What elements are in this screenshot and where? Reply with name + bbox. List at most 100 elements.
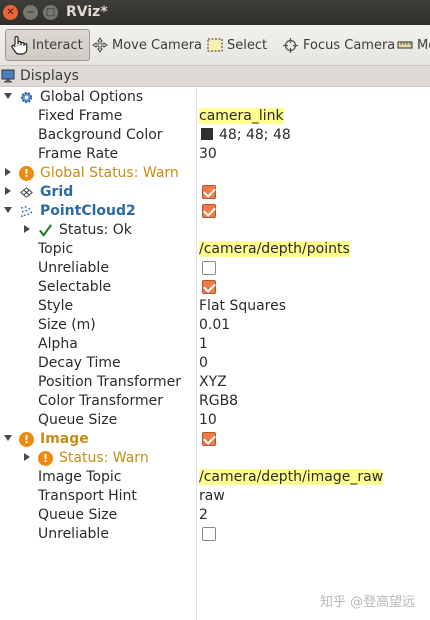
checkmark-icon bbox=[39, 224, 52, 237]
queue-size-value[interactable]: 10 bbox=[199, 412, 217, 428]
image-enabled-checkbox[interactable] bbox=[202, 432, 216, 446]
pointcloud2-enabled-checkbox[interactable] bbox=[202, 204, 216, 218]
focus-camera-tool-button[interactable]: Focus Camera bbox=[282, 29, 395, 61]
expand-arrow-icon[interactable] bbox=[5, 168, 11, 176]
background-color-label: Background Color bbox=[38, 127, 163, 143]
point-cloud-icon bbox=[20, 205, 33, 218]
interact-tool-button[interactable]: Interact bbox=[5, 29, 90, 61]
grid-enabled-checkbox[interactable] bbox=[202, 185, 216, 199]
selectable-row[interactable]: Selectable bbox=[0, 278, 430, 297]
displays-panel-title: Displays bbox=[20, 68, 79, 84]
position-transformer-row[interactable]: Position Transformer XYZ bbox=[0, 373, 430, 392]
global-status-label: Global Status: Warn bbox=[40, 165, 179, 181]
image-unreliable-label: Unreliable bbox=[38, 526, 109, 542]
color-transformer-value[interactable]: RGB8 bbox=[199, 393, 238, 409]
displays-tree: Global Options Fixed Frame camera_link B… bbox=[0, 87, 430, 620]
image-topic-row[interactable]: Image Topic /camera/depth/image_raw bbox=[0, 468, 430, 487]
toolbar: Interact Move Camera Select Focus Camera… bbox=[0, 25, 430, 66]
pointcloud-status-row[interactable]: Status: Ok bbox=[0, 221, 430, 240]
expand-arrow-icon[interactable] bbox=[4, 93, 12, 99]
pointcloud-status-label: Status: Ok bbox=[59, 222, 132, 238]
warning-icon: ! bbox=[19, 166, 34, 181]
move-camera-label: Move Camera bbox=[112, 37, 203, 53]
fixed-frame-value[interactable]: camera_link bbox=[199, 108, 284, 124]
watermark: 知乎 @登高望远 bbox=[320, 595, 416, 610]
crosshair-icon bbox=[283, 37, 298, 53]
decay-time-label: Decay Time bbox=[38, 355, 121, 371]
unreliable-checkbox[interactable] bbox=[202, 261, 216, 275]
size-label: Size (m) bbox=[38, 317, 96, 333]
image-topic-value[interactable]: /camera/depth/image_raw bbox=[199, 469, 384, 485]
image-status-row[interactable]: ! Status: Warn bbox=[0, 449, 430, 468]
pointcloud2-row[interactable]: PointCloud2 bbox=[0, 202, 430, 221]
color-transformer-row[interactable]: Color Transformer RGB8 bbox=[0, 392, 430, 411]
queue-size-row[interactable]: Queue Size 10 bbox=[0, 411, 430, 430]
expand-arrow-icon[interactable] bbox=[4, 207, 12, 213]
minimize-window-button[interactable]: − bbox=[23, 5, 38, 20]
image-queue-size-label: Queue Size bbox=[38, 507, 118, 523]
displays-panel-header: Displays bbox=[0, 66, 430, 87]
topic-row[interactable]: Topic /camera/depth/points bbox=[0, 240, 430, 259]
expand-arrow-icon[interactable] bbox=[24, 225, 30, 233]
style-value[interactable]: Flat Squares bbox=[199, 298, 286, 314]
measure-tool-button[interactable]: Me bbox=[397, 29, 430, 61]
select-box-icon bbox=[207, 38, 223, 52]
image-row[interactable]: ! Image bbox=[0, 430, 430, 449]
transport-hint-row[interactable]: Transport Hint raw bbox=[0, 487, 430, 506]
style-label: Style bbox=[38, 298, 74, 314]
select-tool-button[interactable]: Select bbox=[207, 29, 267, 61]
expand-arrow-icon[interactable] bbox=[24, 453, 30, 461]
background-color-value-wrap[interactable]: 48; 48; 48 bbox=[201, 127, 291, 143]
minimize-icon: − bbox=[26, 6, 35, 18]
grid-label: Grid bbox=[40, 184, 74, 200]
global-options-label: Global Options bbox=[40, 89, 144, 105]
unreliable-label: Unreliable bbox=[38, 260, 109, 276]
grid-icon bbox=[20, 187, 33, 198]
position-transformer-value[interactable]: XYZ bbox=[199, 374, 227, 390]
image-label: Image bbox=[40, 431, 89, 447]
close-window-button[interactable]: ✕ bbox=[3, 5, 18, 20]
frame-rate-label: Frame Rate bbox=[38, 146, 119, 162]
expand-arrow-icon[interactable] bbox=[4, 435, 12, 441]
alpha-value[interactable]: 1 bbox=[199, 336, 208, 352]
selectable-label: Selectable bbox=[38, 279, 112, 295]
image-unreliable-checkbox[interactable] bbox=[202, 527, 216, 541]
decay-time-value[interactable]: 0 bbox=[199, 355, 208, 371]
size-value[interactable]: 0.01 bbox=[199, 317, 230, 333]
hand-pointer-icon bbox=[11, 35, 28, 55]
topic-value[interactable]: /camera/depth/points bbox=[199, 241, 350, 257]
global-options-row[interactable]: Global Options bbox=[0, 88, 430, 107]
frame-rate-row[interactable]: Frame Rate 30 bbox=[0, 145, 430, 164]
size-row[interactable]: Size (m) 0.01 bbox=[0, 316, 430, 335]
maximize-icon: □ bbox=[45, 6, 56, 18]
image-queue-size-row[interactable]: Queue Size 2 bbox=[0, 506, 430, 525]
grid-row[interactable]: Grid bbox=[0, 183, 430, 202]
focus-camera-label: Focus Camera bbox=[303, 37, 396, 53]
ruler-icon bbox=[397, 41, 413, 49]
color-transformer-label: Color Transformer bbox=[38, 393, 164, 409]
topic-label: Topic bbox=[38, 241, 74, 257]
move-arrows-icon bbox=[92, 37, 108, 53]
maximize-window-button[interactable]: □ bbox=[43, 5, 58, 20]
alpha-row[interactable]: Alpha 1 bbox=[0, 335, 430, 354]
image-queue-size-value[interactable]: 2 bbox=[199, 507, 208, 523]
title-bar: ✕ − □ RViz* bbox=[0, 0, 430, 25]
queue-size-label: Queue Size bbox=[38, 412, 118, 428]
transport-hint-value[interactable]: raw bbox=[199, 488, 225, 504]
unreliable-row[interactable]: Unreliable bbox=[0, 259, 430, 278]
global-status-row[interactable]: ! Global Status: Warn bbox=[0, 164, 430, 183]
window-title: RViz* bbox=[66, 4, 108, 20]
color-swatch bbox=[201, 128, 213, 140]
measure-label: Me bbox=[417, 37, 430, 53]
monitor-icon bbox=[1, 69, 15, 83]
frame-rate-value[interactable]: 30 bbox=[199, 146, 217, 162]
expand-arrow-icon[interactable] bbox=[5, 187, 11, 195]
background-color-row[interactable]: Background Color 48; 48; 48 bbox=[0, 126, 430, 145]
fixed-frame-row[interactable]: Fixed Frame camera_link bbox=[0, 107, 430, 126]
warning-icon: ! bbox=[19, 432, 34, 447]
decay-time-row[interactable]: Decay Time 0 bbox=[0, 354, 430, 373]
selectable-checkbox[interactable] bbox=[202, 280, 216, 294]
image-unreliable-row[interactable]: Unreliable bbox=[0, 525, 430, 544]
move-camera-tool-button[interactable]: Move Camera bbox=[92, 29, 202, 61]
style-row[interactable]: Style Flat Squares bbox=[0, 297, 430, 316]
